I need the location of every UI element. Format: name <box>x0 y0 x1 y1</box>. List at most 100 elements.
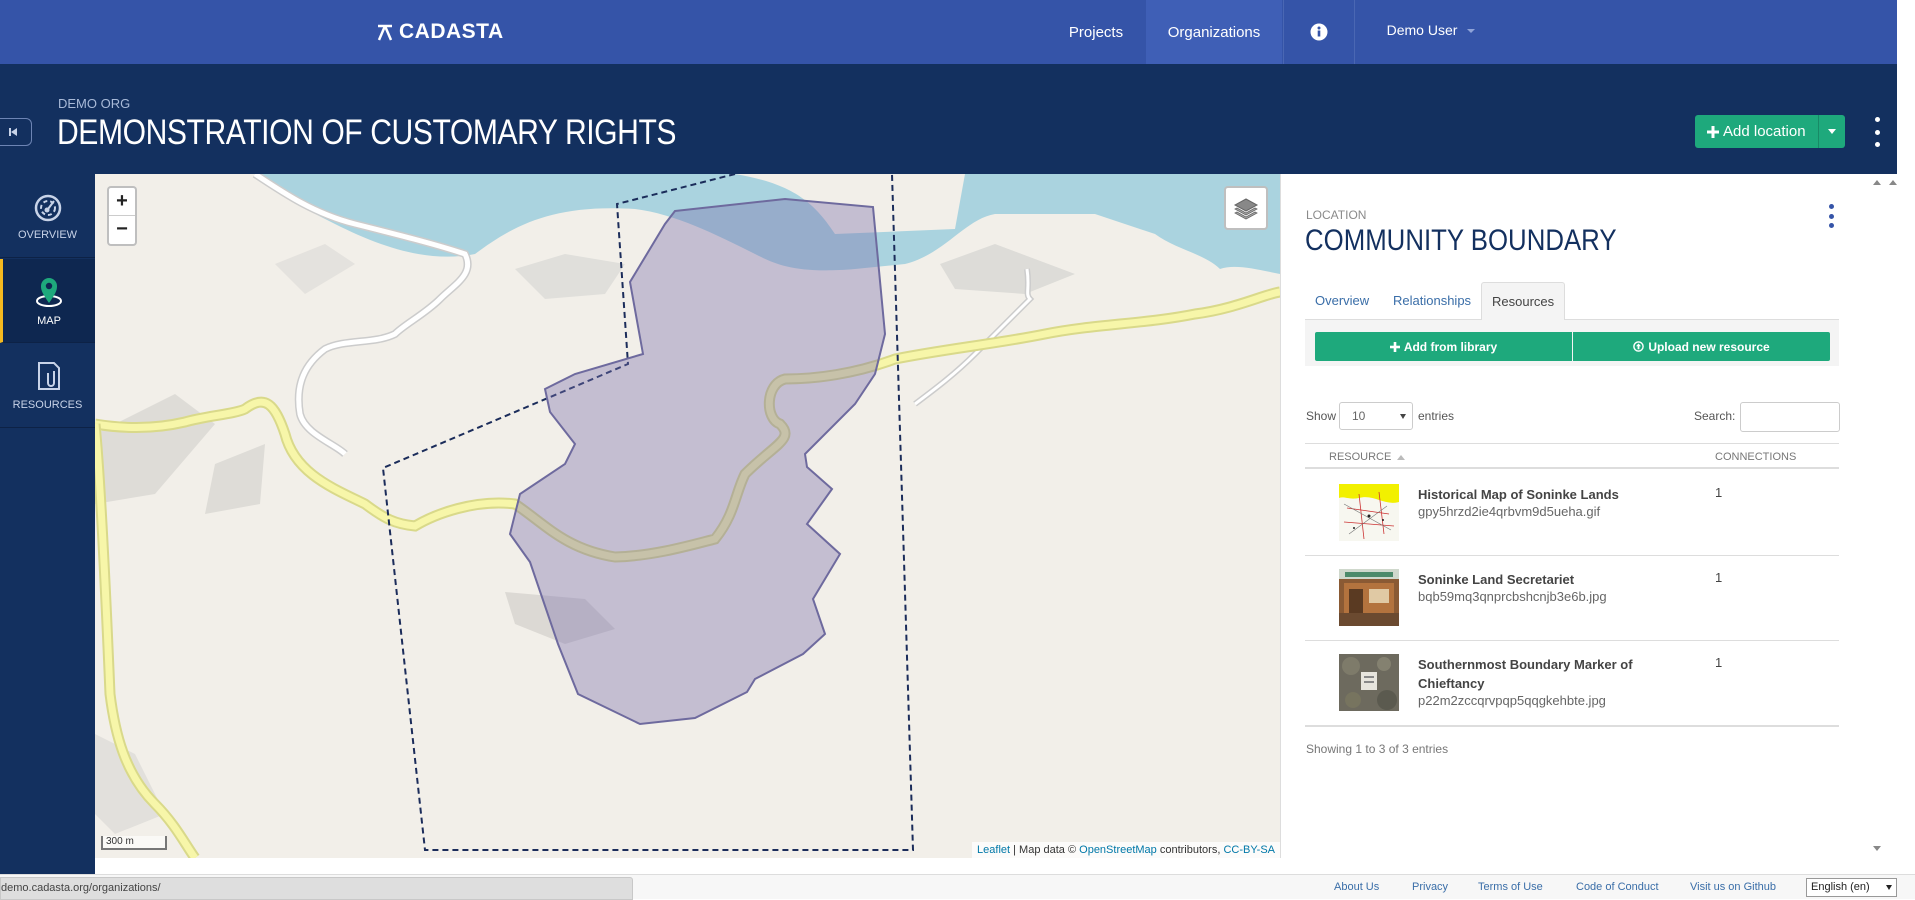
table-header: RESOURCE CONNECTIONS <box>1305 443 1839 469</box>
attribution-text: contributors, <box>1156 844 1224 856</box>
sidebar-item-map[interactable]: MAP <box>0 259 95 343</box>
user-name: Demo User <box>1386 22 1458 38</box>
sidebar-item-label: OVERVIEW <box>17 228 78 241</box>
entries-value: 10 <box>1352 409 1366 423</box>
plus-icon <box>1389 341 1400 352</box>
kebab-icon <box>1874 117 1880 122</box>
add-location-button[interactable]: Add location <box>1695 115 1819 148</box>
resource-filename: bqb59mq3qnprcbshcnjb3e6b.jpg <box>1418 589 1607 604</box>
table-info: Showing 1 to 3 of 3 entries <box>1306 742 1449 756</box>
upload-circle-icon <box>1633 341 1645 352</box>
tab-relationships[interactable]: Relationships <box>1383 282 1481 320</box>
resource-connections: 1 <box>1715 570 1723 585</box>
panel-scrollbar[interactable] <box>1865 174 1897 858</box>
scroll-up-icon <box>1889 180 1897 185</box>
upload-new-resource-label: Upload new resource <box>1648 339 1770 354</box>
tab-overview[interactable]: Overview <box>1305 282 1379 320</box>
zoom-out-button[interactable]: − <box>109 216 135 244</box>
entries-label: entries <box>1418 409 1455 423</box>
license-link[interactable]: CC-BY-SA <box>1223 844 1275 856</box>
zoom-control: + − <box>107 186 137 246</box>
caret-down-icon <box>1467 29 1476 34</box>
location-more-menu-button[interactable] <box>1826 204 1836 228</box>
add-location-dropdown-toggle[interactable] <box>1819 115 1845 148</box>
organization-name[interactable]: DEMO ORG <box>58 96 130 111</box>
caret-down-icon <box>1400 414 1406 419</box>
leaflet-link[interactable]: Leaflet <box>977 844 1010 856</box>
resource-name[interactable]: Historical Map of Soninke Lands <box>1418 485 1658 504</box>
sort-ascending-icon <box>1397 454 1406 460</box>
dashboard-icon <box>34 194 61 221</box>
tab-resources[interactable]: Resources <box>1481 282 1565 321</box>
layers-icon <box>1233 198 1259 220</box>
location-title: COMMUNITY BOUNDARY <box>1305 224 1617 257</box>
resource-connections: 1 <box>1715 655 1723 670</box>
map-view[interactable]: + − 300 m Leaflet | Map data © OpenStree… <box>95 174 1280 858</box>
search-input[interactable] <box>1740 402 1840 432</box>
column-header-resource[interactable]: RESOURCE <box>1329 451 1406 463</box>
footer-link-code-of-conduct[interactable]: Code of Conduct <box>1576 881 1659 893</box>
resource-filename: gpy5hrzd2ie4qrbvm9d5ueha.gif <box>1418 504 1601 519</box>
zoom-in-button[interactable]: + <box>109 188 135 216</box>
resource-thumbnail <box>1339 654 1399 711</box>
sidebar-item-resources[interactable]: RESOURCES <box>0 344 95 428</box>
footer-link-terms[interactable]: Terms of Use <box>1478 881 1543 893</box>
map-tiles <box>95 174 1280 858</box>
upload-new-resource-button[interactable]: Upload new resource <box>1573 332 1830 361</box>
nav-organizations[interactable]: Organizations <box>1146 0 1282 64</box>
info-icon <box>1310 23 1328 41</box>
resource-thumbnail <box>1339 569 1399 626</box>
brand-name: CADASTA <box>399 20 504 43</box>
footer-link-privacy[interactable]: Privacy <box>1412 881 1448 893</box>
resource-name[interactable]: Soninke Land Secretariet <box>1418 570 1658 589</box>
project-more-menu-button[interactable] <box>1872 117 1882 147</box>
footer-link-about[interactable]: About Us <box>1334 881 1379 893</box>
language-value: English (en) <box>1811 881 1870 893</box>
map-attribution: Leaflet | Map data © OpenStreetMap contr… <box>972 842 1280 858</box>
step-backward-icon <box>9 128 17 136</box>
top-navbar: CADASTA Projects Organizations Demo User <box>0 0 1897 64</box>
nav-projects[interactable]: Projects <box>1047 0 1145 64</box>
info-button[interactable] <box>1283 0 1355 64</box>
resource-connections: 1 <box>1715 485 1723 500</box>
table-row[interactable]: Historical Map of Soninke Lands gpy5hrzd… <box>1305 471 1839 556</box>
language-select[interactable]: English (en) <box>1806 878 1897 897</box>
footer: demo.cadasta.org/organizations/ About Us… <box>0 874 1915 900</box>
column-header-connections[interactable]: CONNECTIONS <box>1715 451 1796 463</box>
user-menu[interactable]: Demo User <box>1356 0 1506 64</box>
resource-filename: p22m2zccqrvpqp5qqgkehbte.jpg <box>1418 693 1606 708</box>
caret-down-icon <box>1827 129 1836 134</box>
cadasta-mark-icon <box>377 24 393 41</box>
osm-link[interactable]: OpenStreetMap <box>1079 844 1157 856</box>
footer-link-github[interactable]: Visit us on Github <box>1690 881 1776 893</box>
project-header: DEMO ORG DEMONSTRATION OF CUSTOMARY RIGH… <box>0 64 1897 174</box>
browser-status-url: demo.cadasta.org/organizations/ <box>0 877 633 900</box>
add-from-library-button[interactable]: Add from library <box>1315 332 1572 361</box>
resource-thumbnail <box>1339 484 1399 541</box>
table-row[interactable]: Southernmost Boundary Marker of Chieftan… <box>1305 641 1839 726</box>
page-scrollbar[interactable] <box>1897 0 1915 64</box>
sidebar-item-overview[interactable]: OVERVIEW <box>0 174 95 258</box>
map-pin-icon <box>36 277 62 307</box>
table-bottom-border <box>1305 725 1839 727</box>
location-tabs: Overview Relationships Resources <box>1305 282 1839 321</box>
scroll-down-icon <box>1873 846 1881 851</box>
add-location-label: Add location <box>1723 123 1806 140</box>
resource-name[interactable]: Southernmost Boundary Marker of Chieftan… <box>1418 655 1658 693</box>
map-scale: 300 m <box>101 836 167 850</box>
search-label: Search: <box>1694 409 1736 423</box>
table-row[interactable]: Soninke Land Secretariet bqb59mq3qnprcbs… <box>1305 556 1839 641</box>
show-label: Show <box>1306 409 1337 423</box>
project-sidebar: OVERVIEW MAP RESOURCES <box>0 174 95 874</box>
cadasta-logo[interactable]: CADASTA <box>377 18 504 46</box>
layers-control-button[interactable] <box>1224 186 1268 230</box>
add-location-button-group: Add location <box>1695 115 1845 148</box>
location-detail-panel: LOCATION COMMUNITY BOUNDARY Overview Rel… <box>1280 174 1865 858</box>
entries-per-page-select[interactable]: 10 <box>1339 402 1413 430</box>
plus-icon <box>1707 125 1719 138</box>
kebab-icon <box>1828 204 1834 209</box>
scroll-up-icon <box>1873 180 1881 185</box>
caret-down-icon <box>1886 885 1892 890</box>
add-from-library-label: Add from library <box>1403 339 1498 354</box>
collapse-sidebar-button[interactable] <box>0 118 32 146</box>
